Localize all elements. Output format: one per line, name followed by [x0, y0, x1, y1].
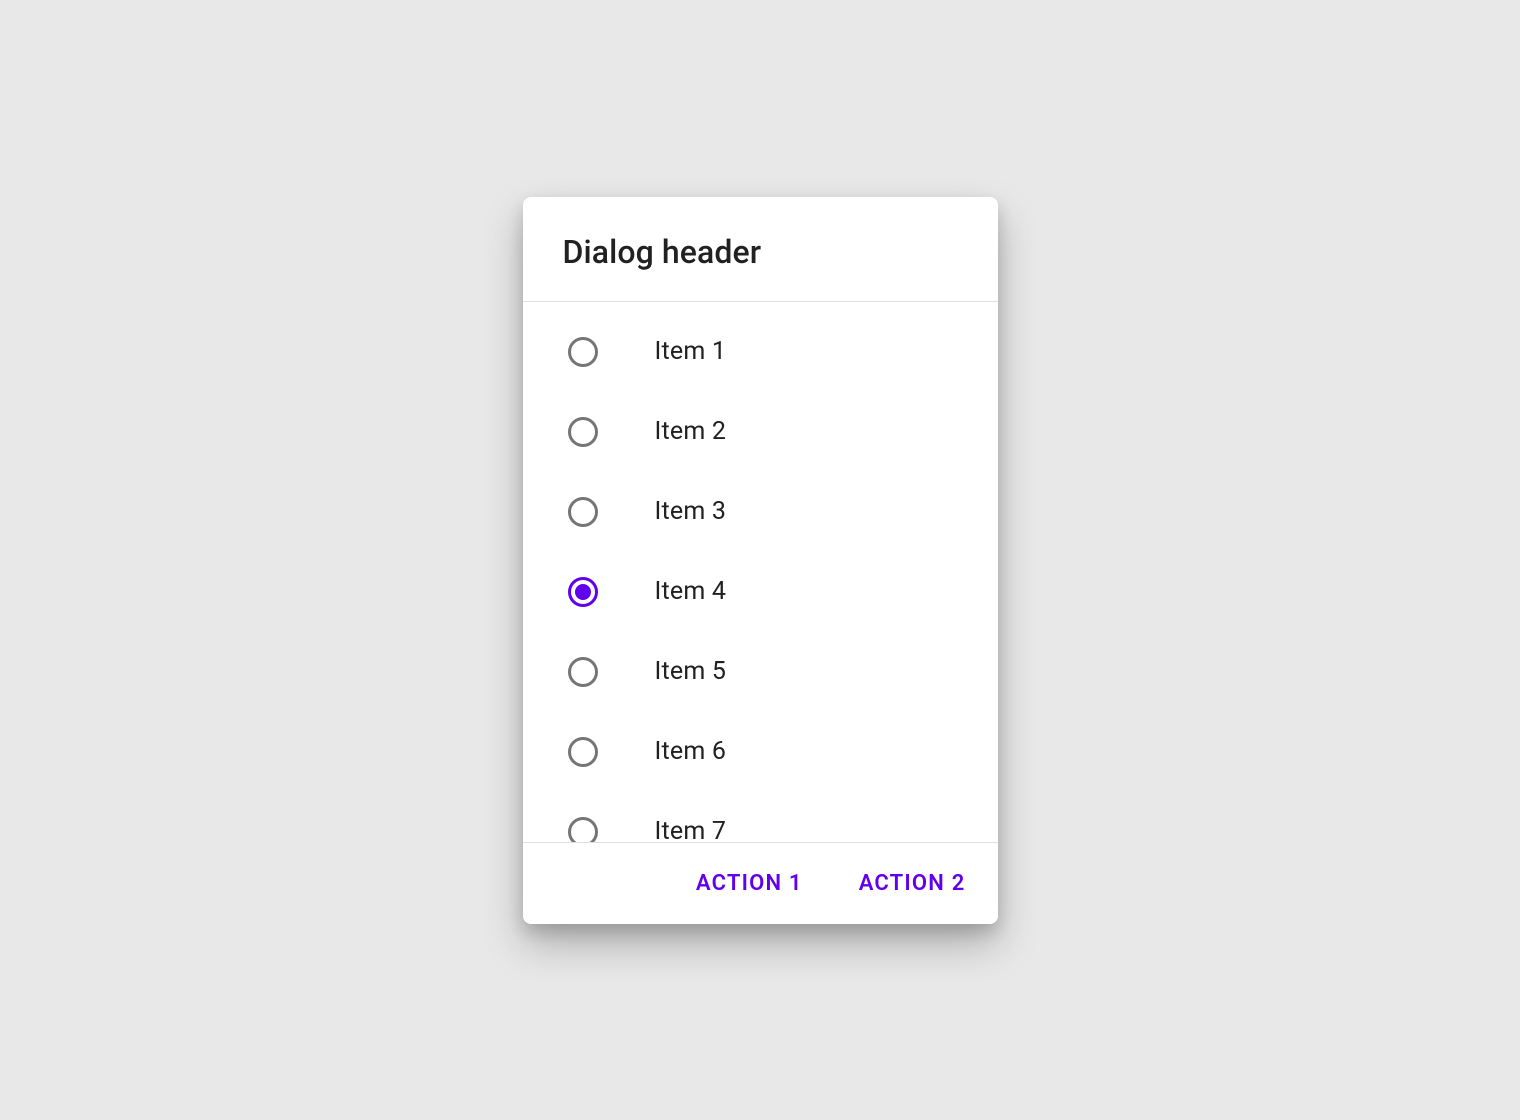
radio-label: Item 1 [655, 337, 727, 366]
radio-label: Item 6 [655, 737, 727, 766]
radio-label: Item 5 [655, 657, 727, 686]
radio-unchecked-icon [567, 736, 599, 768]
action-2-button[interactable]: ACTION 2 [855, 863, 970, 904]
radio-checked-icon [567, 576, 599, 608]
radio-label: Item 3 [655, 497, 727, 526]
radio-item-6[interactable]: Item 6 [523, 712, 998, 792]
radio-item-3[interactable]: Item 3 [523, 472, 998, 552]
dialog-body[interactable]: Item 1 Item 2 Item 3 Item 4 Item 5 [523, 302, 998, 842]
radio-unchecked-icon [567, 496, 599, 528]
radio-unchecked-icon [567, 656, 599, 688]
action-1-button[interactable]: ACTION 1 [692, 863, 807, 904]
radio-label: Item 4 [655, 577, 727, 606]
radio-unchecked-icon [567, 416, 599, 448]
radio-label: Item 2 [655, 417, 727, 446]
radio-unchecked-icon [567, 336, 599, 368]
dialog-header: Dialog header [523, 197, 998, 302]
radio-item-1[interactable]: Item 1 [523, 312, 998, 392]
radio-item-2[interactable]: Item 2 [523, 392, 998, 472]
dialog: Dialog header Item 1 Item 2 Item 3 Item … [523, 197, 998, 924]
dialog-actions: ACTION 1 ACTION 2 [523, 842, 998, 924]
radio-unchecked-icon [567, 816, 599, 842]
radio-item-4[interactable]: Item 4 [523, 552, 998, 632]
radio-label: Item 7 [655, 817, 727, 842]
dialog-title: Dialog header [563, 233, 958, 271]
radio-item-5[interactable]: Item 5 [523, 632, 998, 712]
radio-item-7[interactable]: Item 7 [523, 792, 998, 842]
